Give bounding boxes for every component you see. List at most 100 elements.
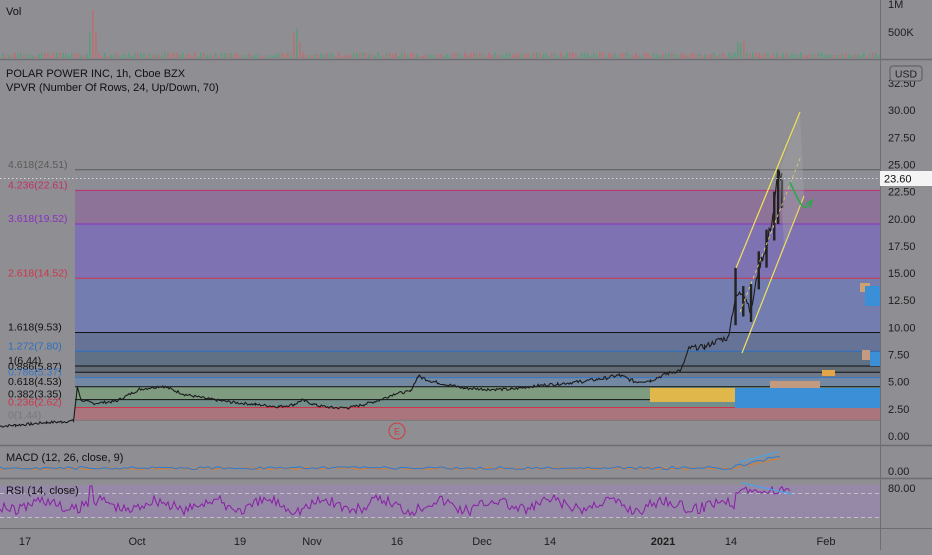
volume-bar — [545, 52, 547, 58]
volume-bar — [452, 53, 454, 58]
volume-bar — [830, 54, 832, 58]
chart-root: 32.50 30.00 27.50 25.00 22.50 20.00 17.50 15.00… — [0, 0, 932, 550]
volume-bar — [758, 53, 760, 58]
volume-bar — [119, 55, 121, 58]
volume-bar — [647, 53, 649, 58]
volume-bar — [407, 55, 409, 58]
price-tick: 0.00 — [888, 431, 909, 443]
volume-bar — [359, 53, 361, 58]
volume-bar — [533, 52, 535, 58]
volume-bar — [575, 53, 577, 58]
volume-bar — [242, 55, 244, 58]
vpvr-indicator-label[interactable]: VPVR (Number Of Rows, 24, Up/Down, 70) — [6, 82, 219, 94]
volume-bar — [518, 53, 520, 58]
volume-bar — [542, 54, 544, 58]
volume-bar — [662, 53, 664, 58]
volume-bar — [95, 32, 97, 58]
volume-bar — [716, 55, 718, 58]
volume-bar — [320, 53, 322, 58]
volume-bar — [350, 54, 352, 58]
volume-bar — [104, 52, 106, 58]
volume-bar — [179, 54, 181, 58]
volume-bar — [710, 53, 712, 58]
volume-bar — [38, 54, 40, 58]
volume-bar — [347, 54, 349, 58]
volume-bar — [263, 55, 265, 58]
fib-label: 0.236(2.62) — [8, 397, 62, 409]
volume-bar — [98, 52, 100, 58]
volume-bar — [137, 53, 139, 58]
volume-bar — [620, 52, 622, 58]
volume-bar — [461, 55, 463, 58]
volume-bar — [764, 53, 766, 58]
time-tick: 2021 — [651, 536, 675, 548]
volume-bar — [686, 55, 688, 58]
volume-bar — [191, 55, 193, 58]
volume-bar — [812, 53, 814, 58]
volume-bar — [554, 52, 556, 58]
volume-bar — [740, 43, 742, 58]
fib-label: 0.618(4.53) — [8, 376, 62, 388]
volume-bar — [482, 54, 484, 58]
rsi-label[interactable]: RSI (14, close) — [6, 485, 79, 497]
volume-bar — [230, 53, 232, 58]
volume-bar — [260, 55, 262, 58]
macd-label[interactable]: MACD (12, 26, close, 9) — [6, 452, 123, 464]
volume-bar — [338, 52, 340, 58]
volume-bar — [653, 52, 655, 58]
volume-bar — [728, 52, 730, 58]
fib-label: 1.618(9.53) — [8, 321, 62, 333]
volume-bar — [641, 55, 643, 58]
volume-bar — [827, 54, 829, 58]
volume-bar — [857, 54, 859, 58]
volume-bar — [185, 54, 187, 58]
time-tick: 14 — [544, 536, 556, 548]
volume-bar — [140, 53, 142, 58]
rsi-tick-80: 80.00 — [888, 483, 916, 495]
volume-bar — [434, 55, 436, 58]
volume-bar — [266, 55, 268, 58]
volume-bar — [866, 55, 868, 58]
price-axis[interactable]: 32.5030.0027.5025.0022.5020.0017.5015.00… — [888, 78, 916, 443]
volume-bar — [746, 52, 748, 58]
volume-bar — [164, 52, 166, 58]
volume-bar — [110, 54, 112, 58]
volume-bar — [455, 52, 457, 58]
volume-bar — [446, 53, 448, 58]
volume-bar — [551, 52, 553, 58]
volume-bar — [389, 52, 391, 58]
price-tick: 22.50 — [888, 187, 916, 199]
volume-bar — [251, 55, 253, 58]
time-tick: 14 — [725, 536, 737, 548]
volume-tick-500k: 500K — [888, 27, 914, 39]
volume-bar — [677, 54, 679, 58]
candle — [765, 229, 768, 268]
volume-bar — [92, 10, 94, 59]
volume-bar — [14, 52, 16, 58]
volume-bar — [563, 55, 565, 58]
volume-bar — [584, 52, 586, 58]
volume-bar — [809, 54, 811, 58]
fib-label: 0(1.44) — [8, 409, 41, 421]
volume-bar — [371, 53, 373, 58]
volume-bar — [485, 55, 487, 58]
volume-bar — [26, 54, 28, 58]
volume-bar — [623, 52, 625, 58]
volume-bar — [878, 54, 880, 58]
volume-bar — [833, 55, 835, 58]
fib-zones — [75, 169, 880, 421]
volume-bar — [608, 52, 610, 58]
volume-bar — [698, 53, 700, 58]
volume-bar — [590, 55, 592, 58]
volume-bar — [770, 55, 772, 58]
volume-bar — [596, 54, 598, 58]
volume-bar — [761, 55, 763, 58]
time-axis[interactable]: 17 Oct 19 Nov 16 Dec 14 2021 14 Feb — [19, 536, 836, 548]
vpvr-row — [770, 381, 820, 388]
chart-svg[interactable]: 32.5030.0027.5025.0022.5020.0017.5015.00… — [0, 0, 932, 550]
volume-bar — [62, 52, 64, 58]
volume-bar — [317, 54, 319, 58]
volume-bar — [731, 53, 733, 58]
volume-bar — [401, 52, 403, 58]
currency-button-label: USD — [895, 69, 918, 81]
